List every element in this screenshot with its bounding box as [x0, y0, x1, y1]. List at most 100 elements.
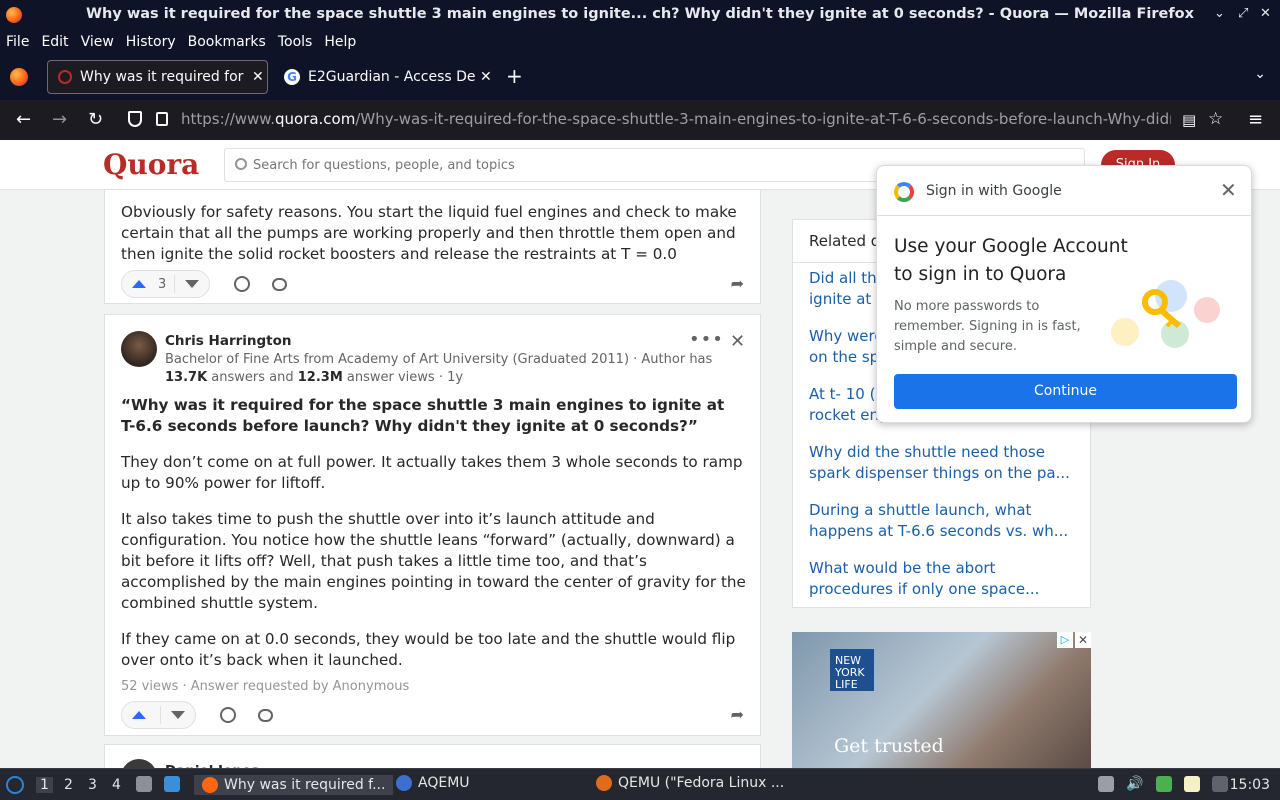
taskbar: 1 2 3 4 Why was it required f... AQEMU Q… — [0, 768, 1280, 800]
navigation-bar: ← → ↻ https://www.quora.com/Why-was-it-r… — [0, 100, 1280, 140]
reader-view-icon[interactable]: ▤ — [1182, 111, 1196, 129]
ad-text: Get trusted — [834, 735, 944, 757]
advertisement[interactable]: NEW YORK LIFE Get trusted ▷ ✕ — [792, 632, 1091, 772]
popup-subtitle: No more passwords to remember. Signing i… — [894, 299, 1081, 354]
notes-icon[interactable] — [1184, 776, 1200, 792]
comment-icon[interactable] — [258, 708, 273, 722]
volume-icon[interactable]: 🔊 — [1126, 776, 1143, 792]
window-close-button[interactable]: ✕ — [1260, 6, 1271, 21]
workspace-3[interactable]: 3 — [88, 777, 97, 793]
upvote-arrow-icon — [132, 711, 146, 719]
taskbar-item-qemu[interactable]: QEMU ("Fedora Linux ... — [596, 775, 784, 791]
tracking-protection-icon[interactable] — [128, 111, 142, 127]
answer-card: Obviously for safety reasons. You start … — [104, 190, 761, 304]
url-bar[interactable]: https://www.quora.com/Why-was-it-require… — [120, 105, 1180, 135]
share-repost-icon[interactable] — [220, 707, 236, 723]
answer-paragraph: They don’t come on at full power. It act… — [121, 453, 743, 492]
ad-info-icon[interactable]: ▷ — [1057, 632, 1073, 648]
answer-meta: 52 views · Answer requested by Anonymous — [121, 679, 410, 694]
author-name[interactable]: Chris Harrington — [165, 333, 292, 349]
clipboard-icon[interactable] — [1098, 776, 1114, 792]
answer-actions: 3 — [121, 270, 288, 298]
window-titlebar: Why was it required for the space shuttl… — [0, 0, 1280, 30]
reload-button[interactable]: ↻ — [88, 109, 103, 130]
menu-view[interactable]: View — [81, 34, 114, 50]
dismiss-answer-button[interactable]: ✕ — [730, 331, 745, 352]
maximize-button[interactable]: ⤢ — [1238, 6, 1248, 21]
answer-actions — [121, 701, 273, 729]
aqemu-icon — [396, 775, 412, 791]
related-question-link[interactable]: During a shuttle launch, what happens at… — [809, 500, 1079, 542]
clock: 15:03 — [1229, 777, 1270, 793]
workspace-2[interactable]: 2 — [64, 777, 73, 793]
workspace-4[interactable]: 4 — [112, 777, 121, 793]
app-menu-button[interactable]: ≡ — [1248, 109, 1263, 130]
answer-card: Chris Harrington Bachelor of Fine Arts f… — [104, 314, 761, 736]
comment-icon[interactable] — [272, 277, 288, 291]
workspace-1[interactable]: 1 — [36, 777, 53, 793]
menu-history[interactable]: History — [126, 34, 176, 50]
back-button[interactable]: ← — [16, 109, 31, 130]
share-repost-icon[interactable] — [234, 276, 251, 292]
tab-quora[interactable]: Why was it required for the space shuttl… — [47, 60, 268, 94]
quora-logo[interactable]: Quora — [103, 148, 199, 181]
start-menu-icon[interactable] — [6, 776, 24, 794]
show-desktop-icon[interactable] — [164, 776, 180, 792]
answer-text: Obviously for safety reasons. You start … — [121, 203, 737, 263]
divider — [877, 215, 1253, 216]
qemu-icon — [596, 775, 612, 791]
menu-help[interactable]: Help — [324, 34, 356, 50]
taskbar-item-aqemu[interactable]: AQEMU — [396, 775, 470, 791]
avatar[interactable] — [121, 331, 157, 367]
bookmark-star-icon[interactable]: ☆ — [1208, 109, 1223, 129]
answer-paragraph: If they came on at 0.0 seconds, they wou… — [121, 630, 736, 669]
downvote-icon[interactable] — [185, 280, 200, 288]
display-icon[interactable] — [1212, 776, 1228, 792]
search-icon — [235, 158, 247, 170]
ad-close-icon[interactable]: ✕ — [1075, 632, 1091, 648]
ad-logo: NEW YORK LIFE — [830, 649, 874, 691]
google-logo-icon — [894, 182, 914, 202]
list-all-tabs-icon[interactable]: ⌄ — [1254, 66, 1266, 82]
author-credential: Bachelor of Fine Arts from Academy of Ar… — [165, 352, 713, 385]
popup-header: Sign in with Google — [926, 183, 1062, 199]
lock-icon[interactable] — [156, 112, 168, 126]
tab-label: E2Guardian - Access Denied — [308, 69, 476, 85]
upvote-count: 3 — [158, 276, 167, 292]
upvote-button[interactable]: 3 — [121, 270, 211, 298]
tab-e2guardian[interactable]: G E2Guardian - Access Denied ✕ — [274, 60, 496, 94]
taskbar-item-firefox[interactable]: Why was it required f... — [194, 775, 394, 795]
popup-close-button[interactable]: ✕ — [1220, 178, 1237, 202]
google-favicon-icon: G — [284, 69, 300, 85]
question-title[interactable]: “Why was it required for the space shutt… — [121, 395, 741, 437]
firefox-view-icon[interactable] — [10, 68, 28, 86]
forward-button[interactable]: → — [52, 109, 67, 130]
tab-close-icon[interactable]: ✕ — [480, 69, 492, 85]
related-question-link[interactable]: Why did the shuttle need those spark dis… — [809, 442, 1079, 484]
network-icon[interactable] — [1156, 776, 1172, 792]
related-question-link[interactable]: What would be the abort procedures if on… — [809, 558, 1079, 600]
share-icon[interactable]: ➦ — [731, 274, 744, 293]
minimize-button[interactable]: ⌄ — [1214, 6, 1225, 21]
menu-edit[interactable]: Edit — [41, 34, 68, 50]
quora-favicon-icon — [58, 70, 72, 84]
menu-file[interactable]: File — [6, 34, 29, 50]
firefox-icon — [202, 777, 218, 793]
menubar: File Edit View History Bookmarks Tools H… — [0, 30, 1280, 54]
share-icon[interactable]: ➦ — [731, 705, 744, 724]
file-manager-icon[interactable] — [136, 776, 152, 792]
menu-tools[interactable]: Tools — [278, 34, 313, 50]
firefox-logo-icon — [6, 7, 22, 23]
key-illustration-icon — [1111, 280, 1220, 348]
more-options-button[interactable]: ••• — [689, 329, 724, 350]
downvote-icon[interactable] — [171, 711, 185, 719]
menu-bookmarks[interactable]: Bookmarks — [188, 34, 266, 50]
continue-button[interactable]: Continue — [894, 374, 1237, 409]
tab-close-icon[interactable]: ✕ — [252, 69, 264, 85]
url-text[interactable]: https://www.quora.com/Why-was-it-require… — [181, 110, 1171, 128]
google-signin-popup: Sign in with Google ✕ Use your Google Ac… — [876, 165, 1253, 423]
new-tab-button[interactable]: + — [506, 64, 523, 88]
upvote-arrow-icon — [132, 280, 146, 288]
answer-paragraph: It also takes time to push the shuttle o… — [121, 510, 746, 612]
upvote-button[interactable] — [121, 701, 196, 729]
